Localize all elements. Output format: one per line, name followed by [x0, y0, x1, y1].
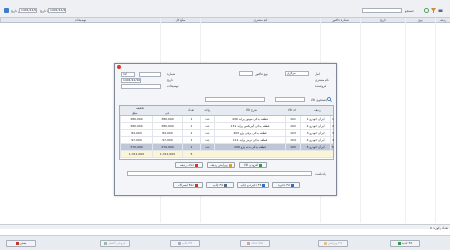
date-to-field[interactable]: 1401/12/29: [48, 8, 66, 13]
toolbar: از تاریخ 1401/12/01 تا تاریخ 1401/12/29 …: [0, 0, 450, 18]
search-mode-label: جستجو: [405, 9, 414, 13]
header-price: فی: [165, 111, 169, 115]
save-icon: [290, 183, 294, 187]
header-code: کد کالا: [287, 108, 296, 112]
printer-icon: [224, 183, 228, 187]
header-discount: تخفیف: [135, 106, 145, 110]
cancel-icon: [194, 183, 198, 187]
total-amount: 1,311,000: [120, 151, 152, 158]
edit-icon: [228, 163, 232, 167]
print-button[interactable]: چاپ F4: [206, 182, 234, 188]
close-icon[interactable]: [117, 65, 121, 69]
notes-label: یادداشت: [315, 172, 326, 176]
close-button[interactable]: بستن: [6, 240, 36, 247]
add-row-button[interactable]: افزودن کالا: [239, 162, 267, 168]
table-row[interactable]: 84,000 84,000 1 عدد قطعه یدکی برقی پژو 4…: [120, 130, 334, 137]
status-strip: تعداد رکورد: 0: [0, 224, 450, 230]
table-row[interactable]: 380,000 380,000 1 عدد قطعه یدکی گیربکس پ…: [120, 123, 334, 130]
remove-row-button[interactable]: حذف ردیف: [175, 162, 203, 168]
excel-icon: [104, 241, 108, 245]
header-name: شرح کالا: [245, 108, 258, 112]
items-grid[interactable]: تخفیف مبلغ فی تعداد واحد شرح کالا کد کال…: [119, 105, 334, 160]
type-select[interactable]: [239, 71, 253, 76]
header-unit: واحد: [204, 108, 210, 112]
product-search-input[interactable]: [205, 97, 265, 102]
table-row[interactable]: 380,000 380,000 1 عدد قطعه یدکی موتور پر…: [120, 116, 334, 123]
store-select[interactable]: مرکزی: [285, 71, 309, 76]
new-button[interactable]: جدید F2: [390, 240, 420, 247]
product-search-label: جستجوی کالا: [311, 98, 328, 102]
table-row-selected[interactable]: 370,000 370,000 1 عدد قطعه یدکی بدنه پژو…: [120, 144, 334, 151]
edit-button[interactable]: ویرایش F3: [318, 240, 348, 247]
header-qty: تعداد: [187, 108, 195, 112]
totals-row: 1,311,000 1,311,000 5: [120, 151, 333, 158]
type-label: نوع فاکتور: [255, 72, 268, 76]
footer-toolbar: [0, 235, 450, 250]
date-label: تاریخ: [167, 78, 173, 82]
search-input[interactable]: [362, 8, 402, 13]
date-from-field[interactable]: 1401/12/01: [19, 8, 37, 13]
refresh-icon[interactable]: [424, 8, 429, 13]
delete-icon: [246, 241, 250, 245]
total-price: 1,311,000: [152, 151, 182, 158]
edit-row-button[interactable]: ویرایش ردیف: [207, 162, 235, 168]
exit-icon: [15, 241, 19, 245]
customer-label: نام مشتری: [315, 78, 329, 82]
save-button[interactable]: ذخیره F2: [272, 182, 300, 188]
invoice-dialog: انبار مرکزی نوع فاکتور نام مشتری فروشنده…: [114, 63, 337, 196]
export-excel-button[interactable]: خروجی اکسل: [100, 240, 130, 247]
store-code-field[interactable]: [139, 72, 161, 77]
save-print-button[interactable]: ذخیره و چاپ F3: [237, 182, 269, 188]
product-code-input[interactable]: [275, 97, 305, 102]
cancel-button[interactable]: انصراف Esc: [173, 182, 203, 188]
number-label: شماره: [167, 72, 176, 76]
print-icon: [177, 241, 181, 245]
app-logo-icon: [4, 8, 9, 13]
store-label: انبار: [315, 72, 320, 76]
notes-field[interactable]: [127, 171, 312, 176]
table-row[interactable]: 97,000 97,000 1 عدد قطعه یدکی ترمز پراید…: [120, 137, 334, 144]
header-amount: مبلغ: [132, 111, 138, 115]
description-field[interactable]: [121, 84, 161, 89]
items-grid-header: تخفیف مبلغ فی تعداد واحد شرح کالا کد کال…: [120, 106, 333, 116]
number-field[interactable]: 12: [121, 72, 135, 77]
edit-icon: [323, 241, 327, 245]
delete-icon: [195, 163, 199, 167]
print-list-button[interactable]: چاپ F4: [170, 240, 200, 247]
add-icon: [397, 241, 401, 245]
add-icon: [258, 163, 262, 167]
record-count: تعداد رکورد: 0: [429, 226, 448, 230]
search-icon[interactable]: [327, 97, 332, 102]
filter-icon[interactable]: [431, 8, 436, 13]
date-field[interactable]: 1401/12/10: [121, 78, 141, 83]
seller-label: فروشنده: [315, 84, 327, 88]
header-idx: ردیف: [314, 108, 321, 112]
print-icon[interactable]: [438, 8, 443, 13]
delete-button[interactable]: حذف Del: [240, 240, 270, 247]
total-qty: 5: [182, 151, 200, 158]
description-label: توضیحات: [167, 84, 179, 88]
save-print-icon: [262, 183, 266, 187]
